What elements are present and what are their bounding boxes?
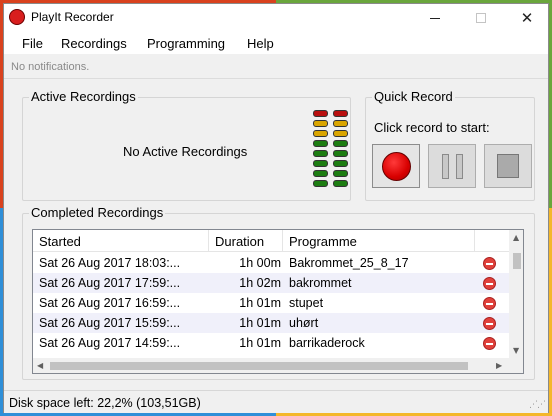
cell-programme: bakrommet	[289, 276, 352, 290]
maximize-button[interactable]	[458, 4, 504, 32]
table-row[interactable]: Sat 26 Aug 2017 15:59:... 1h 01m uhørt	[33, 313, 509, 333]
table-row[interactable]: Sat 26 Aug 2017 14:59:... 1h 01m barrikade…	[33, 333, 509, 353]
cell-started: Sat 26 Aug 2017 16:59:...	[39, 296, 181, 310]
record-icon	[382, 152, 411, 181]
level-led	[313, 160, 328, 167]
level-led	[333, 160, 348, 167]
quick-record-hint: Click record to start:	[374, 120, 490, 135]
cell-programme: stupet	[289, 296, 324, 310]
table-row[interactable]: Sat 26 Aug 2017 17:59:... 1h 02m bakrommet	[33, 273, 509, 293]
list-header: Started Duration Programme	[33, 230, 509, 252]
level-led	[333, 170, 348, 177]
quick-record-label: Quick Record	[372, 89, 455, 104]
cell-programme: Bakrommet_25_8_17	[289, 256, 409, 270]
active-recordings-group: Active Recordings No Active Recordings	[22, 89, 351, 201]
vertical-scroll-thumb[interactable]	[513, 253, 521, 269]
cell-duration: 1h 01m	[239, 316, 281, 330]
pause-icon	[442, 154, 449, 179]
stop-button[interactable]	[484, 144, 532, 188]
cell-duration: 1h 00m	[239, 256, 281, 270]
scroll-down-icon[interactable]: ▼	[513, 346, 519, 355]
level-led	[333, 130, 348, 137]
column-programme[interactable]: Programme	[283, 230, 475, 252]
menu-recordings[interactable]: Recordings	[61, 36, 127, 51]
pause-icon	[456, 154, 463, 179]
level-led	[313, 120, 328, 127]
completed-recordings-label: Completed Recordings	[29, 205, 166, 220]
level-led	[333, 110, 348, 117]
notification-bar: No notifications.	[4, 55, 548, 79]
record-button[interactable]	[372, 144, 420, 188]
notification-text: No notifications.	[11, 61, 90, 73]
table-row[interactable]: Sat 26 Aug 2017 16:59:... 1h 01m stupet	[33, 293, 509, 313]
scroll-left-icon[interactable]: ◀	[37, 361, 43, 370]
delete-icon[interactable]	[483, 317, 496, 330]
stop-icon	[497, 154, 519, 178]
active-recordings-label: Active Recordings	[29, 89, 138, 104]
cell-duration: 1h 01m	[239, 296, 281, 310]
record-app-icon	[9, 9, 25, 25]
level-led	[313, 140, 328, 147]
cell-programme: uhørt	[289, 316, 319, 330]
horizontal-scrollbar[interactable]: ◀ ▶	[33, 358, 509, 373]
recordings-list[interactable]: Started Duration Programme Sat 26 Aug 20…	[32, 229, 524, 374]
level-led	[313, 180, 328, 187]
menu-bar: File Recordings Programming Help	[4, 32, 548, 54]
level-led	[313, 110, 328, 117]
completed-recordings-group: Completed Recordings Started Duration Pr…	[22, 205, 535, 380]
maximize-icon	[476, 13, 486, 23]
resize-grip-icon[interactable]: ⋰⋰	[529, 399, 546, 410]
delete-icon[interactable]	[483, 337, 496, 350]
cell-programme: barrikaderock	[289, 336, 365, 350]
delete-icon[interactable]	[483, 277, 496, 290]
cell-started: Sat 26 Aug 2017 15:59:...	[39, 316, 181, 330]
status-bar: Disk space left: 22,2% (103,51GB) ⋰⋰	[4, 390, 548, 413]
horizontal-scroll-thumb[interactable]	[50, 362, 468, 370]
level-led	[333, 140, 348, 147]
cell-duration: 1h 01m	[239, 336, 281, 350]
close-icon: ✕	[520, 9, 534, 27]
cell-started: Sat 26 Aug 2017 14:59:...	[39, 336, 181, 350]
level-led	[333, 180, 348, 187]
table-row[interactable]: Sat 26 Aug 2017 18:03:... 1h 00m Bakrommet…	[33, 253, 509, 273]
no-active-recordings-text: No Active Recordings	[123, 144, 248, 159]
level-led	[313, 150, 328, 157]
menu-help[interactable]: Help	[247, 36, 274, 51]
level-led	[313, 130, 328, 137]
cell-started: Sat 26 Aug 2017 18:03:...	[39, 256, 181, 270]
pause-button[interactable]	[428, 144, 476, 188]
minimize-icon	[430, 17, 440, 19]
window-title: PlayIt Recorder	[31, 10, 114, 24]
disk-space-status: Disk space left: 22,2% (103,51GB)	[9, 396, 201, 410]
cell-started: Sat 26 Aug 2017 17:59:...	[39, 276, 181, 290]
level-led	[313, 170, 328, 177]
vertical-scrollbar[interactable]: ▲ ▼	[509, 230, 523, 358]
scrollbar-corner	[509, 358, 523, 373]
scroll-up-icon[interactable]: ▲	[513, 233, 519, 242]
cell-duration: 1h 02m	[239, 276, 281, 290]
app-window: PlayIt Recorder ✕ File Recordings Progra…	[3, 3, 549, 413]
close-button[interactable]: ✕	[504, 4, 550, 32]
level-led	[333, 150, 348, 157]
title-bar[interactable]: PlayIt Recorder ✕	[4, 4, 548, 32]
delete-icon[interactable]	[483, 297, 496, 310]
level-led	[333, 120, 348, 127]
delete-icon[interactable]	[483, 257, 496, 270]
scroll-right-icon[interactable]: ▶	[496, 361, 502, 370]
minimize-button[interactable]	[412, 4, 458, 32]
menu-programming[interactable]: Programming	[147, 36, 225, 51]
quick-record-group: Quick Record Click record to start:	[365, 89, 535, 201]
column-duration[interactable]: Duration	[209, 230, 283, 252]
column-started[interactable]: Started	[33, 230, 209, 252]
menu-file[interactable]: File	[22, 36, 43, 51]
